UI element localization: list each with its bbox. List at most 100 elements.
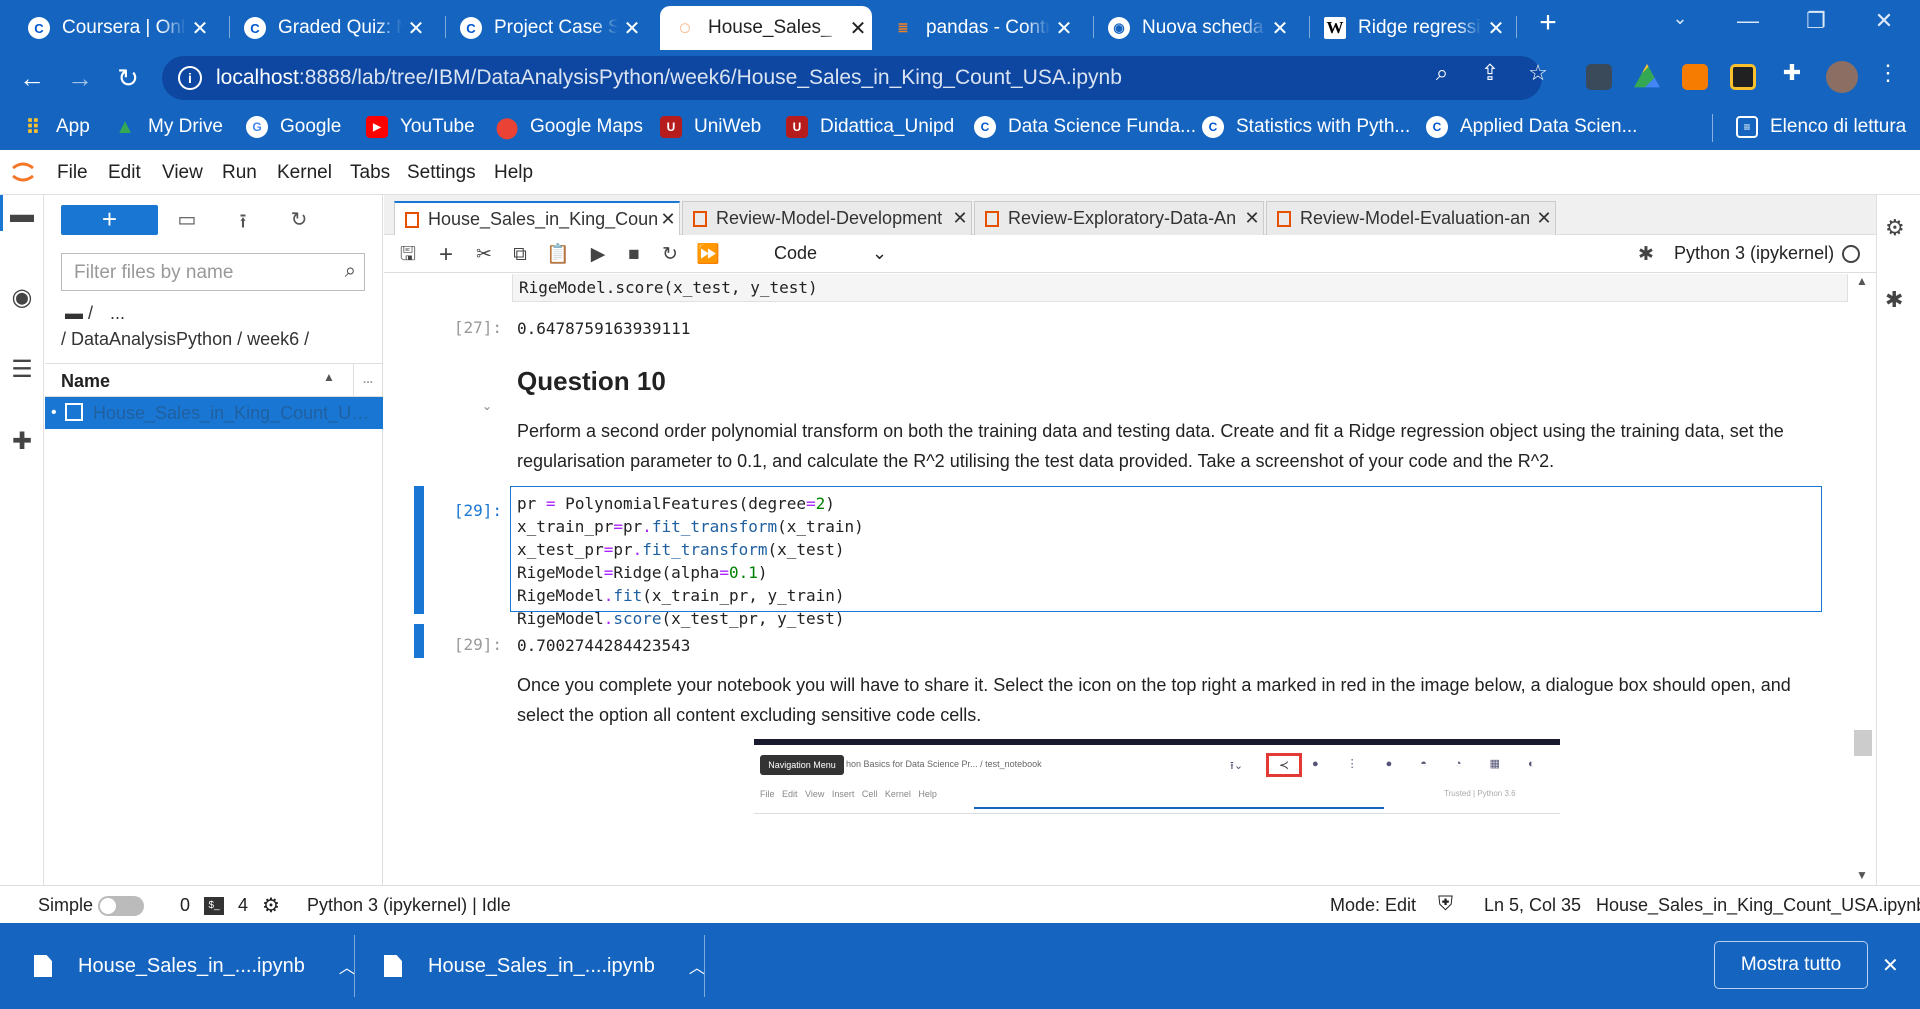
kernel-status[interactable]: Python 3 (ipykernel) | Idle	[307, 895, 511, 916]
reading-list[interactable]: ≡ Elenco di lettura	[1736, 116, 1906, 138]
bookmark-star-icon[interactable]: ☆	[1524, 60, 1552, 86]
forward-arrow-icon[interactable]: →	[64, 62, 96, 94]
simple-mode-toggle[interactable]	[98, 896, 144, 916]
browser-tab-house-sales[interactable]: ◌ House_Sales_ ✕	[660, 6, 872, 50]
share-icon[interactable]: ⇪	[1476, 60, 1504, 86]
doc-tab-model-evaluation[interactable]: Review-Model-Evaluation-an ✕	[1266, 201, 1556, 235]
bookmark-apps[interactable]: ⠿ App	[22, 116, 90, 139]
cursor-position[interactable]: Ln 5, Col 35	[1484, 895, 1581, 916]
new-folder-icon[interactable]: ▭	[173, 207, 201, 235]
code-cell-active[interactable]: pr = PolynomialFeatures(degree=2) x_trai…	[510, 486, 1822, 628]
breadcrumb-path[interactable]: / DataAnalysisPython / week6 /	[61, 329, 309, 350]
close-tab-icon[interactable]: ✕	[1241, 208, 1263, 229]
save-icon[interactable]: 🖫	[396, 243, 420, 267]
stop-icon[interactable]: ■	[622, 243, 646, 267]
bookmark-didattica[interactable]: U Didattica_Unipd	[786, 116, 954, 138]
debugger-bug-icon[interactable]: ✱	[1885, 287, 1903, 313]
close-tab-icon[interactable]: ✕	[949, 208, 971, 229]
browser-menu-icon[interactable]: ⋮	[1874, 60, 1902, 86]
cut-icon[interactable]: ✂	[472, 243, 496, 267]
bookmark-statistics[interactable]: C Statistics with Pyth...	[1202, 116, 1410, 138]
restore-icon[interactable]: ❐	[1796, 8, 1836, 34]
bookmark-data-science[interactable]: C Data Science Funda...	[974, 116, 1196, 138]
collapse-chevron-icon[interactable]: ⌄	[482, 399, 492, 413]
chevron-up-icon[interactable]: ︿	[689, 954, 705, 978]
property-inspector-gear-icon[interactable]: ⚙	[1885, 215, 1905, 241]
close-window-icon[interactable]: ✕	[1864, 8, 1904, 34]
menu-run[interactable]: Run	[222, 162, 257, 184]
extensions-puzzle-icon[interactable]: ✚	[8, 427, 36, 455]
close-tab-icon[interactable]: ✕	[844, 16, 872, 41]
new-tab-plus-icon[interactable]: +	[1528, 6, 1568, 40]
doc-tab-model-development[interactable]: Review-Model-Development ✕	[682, 201, 972, 235]
reload-icon[interactable]: ↻	[112, 62, 144, 94]
close-tab-icon[interactable]: ✕	[186, 16, 214, 41]
zoom-icon[interactable]: ⌕	[1428, 60, 1456, 86]
show-all-downloads-button[interactable]: Mostra tutto	[1714, 941, 1868, 989]
close-tab-icon[interactable]: ✕	[402, 16, 430, 41]
kernel-count[interactable]: 4	[238, 895, 248, 916]
upload-icon[interactable]: ⭱	[229, 207, 257, 235]
bookmark-uniweb[interactable]: U UniWeb	[660, 116, 761, 138]
table-of-contents-icon[interactable]: ☰	[8, 355, 36, 383]
browser-tab-ridge[interactable]: W Ridge regressio ✕	[1310, 6, 1510, 50]
download-item[interactable]: House_Sales_in_....ipynb ︿	[34, 923, 355, 1009]
menu-kernel[interactable]: Kernel	[277, 162, 332, 184]
bookmark-my-drive[interactable]: ▲ My Drive	[114, 116, 223, 138]
binance-extension-icon[interactable]	[1730, 64, 1756, 90]
insert-cell-icon[interactable]: +	[434, 243, 458, 267]
close-tab-icon[interactable]: ✕	[1482, 16, 1510, 41]
file-list-item[interactable]: • House_Sales_in_King_Count_USA....	[45, 397, 383, 429]
download-item[interactable]: House_Sales_in_....ipynb ︿	[384, 923, 705, 1009]
terminal-count[interactable]: 0	[180, 895, 190, 916]
doc-tab-house-sales[interactable]: House_Sales_in_King_Count_ ✕	[394, 201, 680, 236]
scroll-down-arrow-icon[interactable]: ▼	[1856, 868, 1868, 882]
code-cell-previous[interactable]: RigeModel.score(x_test, y_test)	[512, 274, 1848, 302]
google-drive-extension-icon[interactable]	[1634, 64, 1660, 88]
doc-tab-exploratory[interactable]: Review-Exploratory-Data-An ✕	[974, 201, 1264, 235]
close-tab-icon[interactable]: ✕	[1533, 208, 1555, 229]
browser-tab-graded-quiz[interactable]: C Graded Quiz: M ✕	[230, 6, 430, 50]
browser-tab-pandas[interactable]: ≣ pandas - Contr ✕	[878, 6, 1078, 50]
menu-settings[interactable]: Settings	[407, 162, 476, 184]
menu-tabs[interactable]: Tabs	[350, 162, 390, 184]
browser-tab-new-tab[interactable]: ◉ Nuova scheda ✕	[1094, 6, 1294, 50]
close-tab-icon[interactable]: ✕	[618, 16, 646, 41]
trust-shield-icon[interactable]: ⛨	[1438, 893, 1453, 916]
paste-icon[interactable]: 📋	[546, 243, 570, 267]
menu-file[interactable]: File	[57, 162, 88, 184]
profile-avatar[interactable]	[1826, 61, 1858, 93]
browser-tab-project-case[interactable]: C Project Case Sc ✕	[446, 6, 646, 50]
tab-search-chevron-icon[interactable]: ⌄	[1660, 8, 1700, 29]
breadcrumb-root[interactable]: ▬ / ...	[65, 303, 125, 324]
notebook-cells[interactable]: RigeModel.score(x_test, y_test) [27]: 0.…	[384, 274, 1848, 885]
restart-icon[interactable]: ↻	[658, 243, 682, 267]
menu-help[interactable]: Help	[494, 162, 533, 184]
scroll-up-arrow-icon[interactable]: ▲	[1856, 274, 1868, 288]
browser-tab-coursera[interactable]: C Coursera | Onli ✕	[14, 6, 214, 50]
cell-type-select[interactable]: Code ⌄	[774, 243, 887, 264]
running-kernels-icon[interactable]: ◉	[8, 283, 36, 311]
chevron-up-icon[interactable]: ︿	[339, 954, 355, 978]
metamask-extension-icon[interactable]	[1682, 64, 1708, 90]
menu-view[interactable]: View	[162, 162, 203, 184]
bookmark-youtube[interactable]: ▶ YouTube	[366, 116, 475, 138]
bookmark-google-maps[interactable]: ⬤ Google Maps	[496, 116, 643, 139]
site-info-icon[interactable]: i	[178, 66, 202, 90]
back-arrow-icon[interactable]: ←	[16, 62, 48, 94]
close-tab-icon[interactable]: ✕	[657, 209, 679, 230]
fast-forward-icon[interactable]: ⏩	[696, 243, 720, 267]
refresh-icon[interactable]: ↻	[285, 207, 313, 235]
minimize-icon[interactable]: —	[1728, 8, 1768, 34]
kernel-name[interactable]: Python 3 (ipykernel)	[1674, 243, 1834, 264]
code-editor[interactable]: pr = PolynomialFeatures(degree=2) x_trai…	[517, 492, 864, 630]
file-list-header[interactable]: Name ▲ ...	[45, 363, 383, 397]
extension-icon[interactable]	[1586, 64, 1612, 90]
close-shelf-icon[interactable]: ✕	[1882, 953, 1899, 978]
close-tab-icon[interactable]: ✕	[1050, 16, 1078, 41]
extensions-puzzle-icon[interactable]: ✚	[1778, 60, 1806, 86]
address-bar[interactable]: i localhost:8888/lab/tree/IBM/DataAnalys…	[162, 56, 1542, 100]
close-tab-icon[interactable]: ✕	[1266, 16, 1294, 41]
menu-edit[interactable]: Edit	[108, 162, 141, 184]
filter-files-input[interactable]: Filter files by name ⌕	[61, 253, 365, 291]
